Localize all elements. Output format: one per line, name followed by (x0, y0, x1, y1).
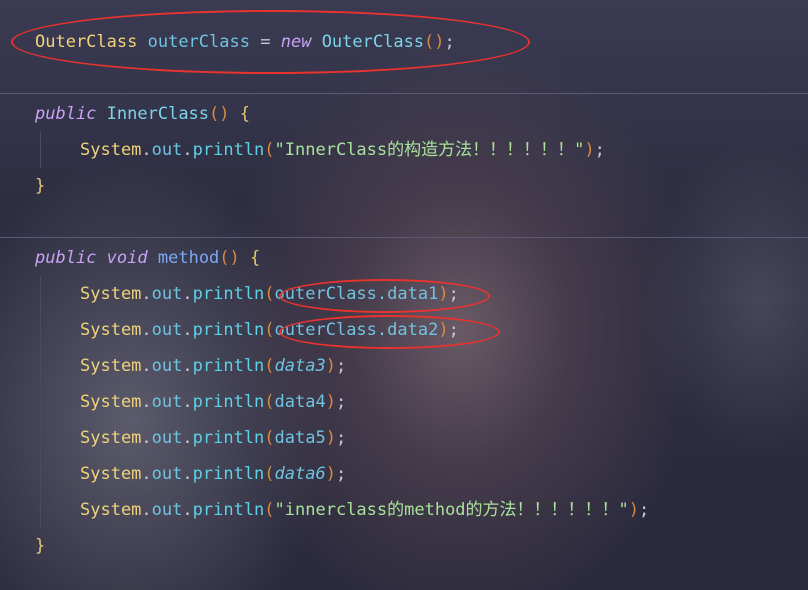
brace-token: } (35, 536, 46, 556)
semicolon-token: ; (639, 500, 650, 520)
code-line-println-data1[interactable]: System.out.println(outerClass.data1); (0, 276, 808, 312)
semicolon-token: ; (335, 356, 347, 376)
semicolon-token: ; (448, 284, 459, 304)
method-separator (0, 237, 808, 238)
semicolon-token: ; (335, 428, 347, 448)
paren-token: () (209, 104, 230, 124)
semicolon-token: ; (335, 392, 347, 412)
constructor-name-token: InnerClass (106, 104, 210, 124)
argument-token: outerClass.data1 (274, 284, 439, 304)
code-line-println-data2[interactable]: System.out.println(outerClass.data2); (0, 312, 808, 348)
code-editor[interactable]: OuterClass outerClass = new OuterClass()… (0, 0, 808, 590)
method-call-token: println (192, 140, 265, 160)
paren-token: ) (325, 392, 336, 412)
argument-token: data5 (274, 428, 326, 448)
code-line-println-data3[interactable]: System.out.println(data3); (0, 348, 808, 384)
paren-token: ( (264, 464, 275, 484)
string-literal: "InnerClass的构造方法！！！！！！" (274, 140, 585, 160)
class-token: System (80, 356, 142, 376)
paren-token: ( (264, 392, 275, 412)
type-token: OuterClass (35, 32, 138, 52)
method-call-token: println (192, 392, 265, 412)
method-call-token: println (192, 356, 265, 376)
method-call-token: println (192, 284, 265, 304)
paren-token: ( (264, 356, 275, 376)
indent-guide (40, 276, 41, 528)
indent-guide (40, 132, 41, 168)
keyword-token: public (35, 104, 97, 124)
paren-token: ) (325, 356, 336, 376)
paren-token: ) (438, 284, 449, 304)
argument-token: outerClass.data2 (274, 320, 439, 340)
class-token: System (80, 392, 142, 412)
keyword-token: public (35, 248, 97, 268)
semicolon-token: ; (448, 320, 459, 340)
paren-token: () (424, 32, 445, 52)
semicolon-token: ; (594, 140, 605, 160)
semicolon-token: ; (444, 32, 455, 52)
class-token: System (80, 320, 142, 340)
paren-token: ( (264, 500, 275, 520)
method-call-token: println (192, 320, 265, 340)
argument-token: data6 (274, 464, 326, 484)
field-token: out (151, 356, 183, 376)
operator-token: = (260, 32, 271, 52)
keyword-token: new (280, 32, 312, 52)
code-line-println-data4[interactable]: System.out.println(data4); (0, 384, 808, 420)
argument-token: data4 (274, 392, 326, 412)
method-call-token: println (192, 428, 265, 448)
paren-token: ) (438, 320, 449, 340)
paren-token: ( (264, 284, 275, 304)
class-token: OuterClass (321, 32, 425, 52)
brace-token: { (239, 104, 251, 124)
paren-token: ( (264, 320, 275, 340)
field-token: out (151, 320, 183, 340)
code-line-method-println[interactable]: System.out.println("innerclass的method的方法… (0, 492, 808, 528)
method-separator (0, 93, 808, 94)
keyword-token: void (106, 248, 148, 268)
paren-token: ( (264, 140, 275, 160)
code-line-constructor-println[interactable]: System.out.println("InnerClass的构造方法！！！！！… (0, 132, 808, 168)
field-token: out (151, 464, 183, 484)
method-call-token: println (192, 464, 265, 484)
code-line-method-end[interactable]: } (0, 528, 808, 564)
code-line-println-data6[interactable]: System.out.println(data6); (0, 456, 808, 492)
class-token: System (80, 500, 142, 520)
paren-token: ) (325, 428, 336, 448)
paren-token: ( (264, 428, 275, 448)
code-line-method-signature[interactable]: public void method() { (0, 240, 808, 276)
field-token: out (151, 500, 183, 520)
code-line-constructor-signature[interactable]: public InnerClass() { (0, 96, 808, 132)
class-token: System (80, 464, 142, 484)
paren-token: () (219, 248, 240, 268)
field-token: out (151, 392, 183, 412)
paren-token: ) (584, 140, 595, 160)
method-name-token: method (157, 248, 220, 268)
code-line-constructor-end[interactable]: } (0, 168, 808, 204)
code-line-outerclass-declaration[interactable]: OuterClass outerClass = new OuterClass()… (0, 24, 808, 60)
field-token: out (151, 284, 183, 304)
argument-token: data3 (274, 356, 326, 376)
brace-token: { (250, 248, 261, 268)
variable-token: outerClass (147, 32, 250, 52)
paren-token: ) (628, 500, 640, 520)
code-line-println-data5[interactable]: System.out.println(data5); (0, 420, 808, 456)
class-token: System (80, 428, 142, 448)
method-call-token: println (192, 500, 265, 520)
brace-token: } (35, 176, 46, 196)
field-token: out (151, 140, 183, 160)
field-token: out (151, 428, 183, 448)
paren-token: ) (325, 464, 336, 484)
semicolon-token: ; (335, 464, 347, 484)
string-literal: "innerclass的method的方法！！！！！！" (274, 500, 629, 520)
class-token: System (80, 140, 142, 160)
class-token: System (80, 284, 142, 304)
